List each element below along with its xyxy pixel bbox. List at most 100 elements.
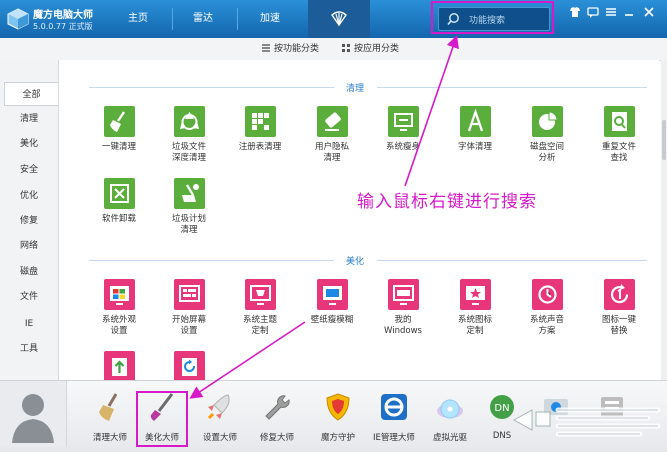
tile-system-slim[interactable]: 系统瘦身 [373, 106, 433, 168]
tab-by-app[interactable]: 按应用分类 [342, 42, 399, 56]
section-title-beautify: 美化 [345, 257, 364, 267]
broom-icon [104, 106, 135, 137]
sidebar-item-repair[interactable]: 修复 [0, 209, 58, 233]
app-logo-area: 魔方电脑大师 5.0.0.77 正式版 [0, 0, 108, 38]
scheduled-broom-icon [174, 178, 205, 209]
nav-divider [237, 8, 238, 30]
sidebar-item-optimize[interactable]: 优化 [0, 184, 58, 208]
shield-icon [326, 393, 350, 421]
tab-radar[interactable]: 雷达 [183, 0, 223, 38]
tile-label: 系统外观 设置 [101, 315, 136, 336]
watermark-logo [512, 407, 661, 437]
tab-speedup[interactable]: 加速 [250, 0, 290, 38]
disc-icon [437, 399, 463, 419]
sidebar-item-file[interactable]: 文件 [0, 285, 58, 309]
sidebar-item-ie[interactable]: IE [0, 312, 58, 336]
wrench-icon [265, 395, 290, 420]
tile-system-theme[interactable]: 系统主题 定制 [230, 279, 290, 341]
sub-navigation: 按功能分类 按应用分类 [0, 38, 667, 61]
close-icon[interactable] [642, 5, 656, 19]
tile-label: 垃圾文件 深度清理 [171, 142, 206, 163]
tab-by-function-label: 按功能分类 [274, 44, 320, 54]
scrollbar[interactable] [661, 60, 667, 380]
tab-by-function[interactable]: 按功能分类 [262, 42, 319, 56]
tile-system-sound[interactable]: 系统声音 方案 [517, 279, 577, 341]
tile-label: 软件卸载 [101, 214, 136, 224]
ie-icon [381, 394, 407, 420]
theme-monitor-icon [245, 279, 276, 310]
toolbar-settings-master[interactable]: 设置大师 [190, 391, 250, 447]
toolbar-cube-guard[interactable]: 魔方守护 [308, 391, 368, 447]
user-silhouette-icon [12, 394, 54, 443]
feedback-icon[interactable] [586, 5, 600, 19]
toolbar-ie-manager[interactable]: IE管理大师 [364, 391, 424, 447]
monitor-slim-icon [388, 106, 419, 137]
tile-my-windows[interactable]: 我的 Windows [373, 279, 433, 341]
shield-fan-icon [331, 11, 347, 27]
tab-shield[interactable] [308, 0, 370, 38]
tile-label: 开始屏幕 设置 [171, 315, 206, 336]
upload-arrow-icon [104, 351, 135, 380]
brush-icon [99, 393, 118, 421]
tile-beautify-refresh[interactable] [159, 351, 219, 380]
start-screen-icon [174, 279, 205, 310]
sidebar-item-disk[interactable]: 磁盘 [0, 260, 58, 284]
refresh-icon [174, 351, 205, 380]
section-divider [377, 260, 647, 261]
tile-font-clean[interactable]: 字体清理 [445, 106, 505, 168]
tile-beautify-upload[interactable] [89, 351, 149, 380]
recycle-icon [174, 106, 205, 137]
sidebar-item-network[interactable]: 网络 [0, 234, 58, 258]
tile-label: 注册表清理 [238, 142, 282, 152]
list-icon [262, 44, 270, 52]
tile-label: 一键清理 [101, 142, 136, 152]
sidebar-item-beautify[interactable]: 美化 [0, 132, 58, 156]
tab-by-app-label: 按应用分类 [354, 44, 400, 54]
sidebar-item-clean[interactable]: 清理 [0, 107, 58, 131]
menu-icon[interactable] [604, 5, 618, 19]
sidebar-item-all[interactable]: 全部 [4, 82, 58, 106]
tile-junk-deep-clean[interactable]: 垃圾文件 深度清理 [159, 106, 219, 168]
section-divider [377, 87, 647, 88]
tile-software-uninstall[interactable]: 软件卸载 [89, 178, 149, 240]
nav-divider [172, 8, 173, 30]
windows-logo-icon [104, 279, 135, 310]
scrollbar-thumb[interactable] [662, 120, 666, 160]
section-divider [89, 87, 334, 88]
tile-disk-space-analysis[interactable]: 磁盘空间 分析 [517, 106, 577, 168]
tile-label: 系统声音 方案 [529, 315, 564, 336]
tab-home[interactable]: 主页 [118, 0, 158, 38]
toolbar-label: 修复大师 [259, 433, 294, 443]
tile-label: 壁纸瘦模糊 [310, 315, 354, 325]
tile-label: 系统图标 定制 [457, 315, 492, 336]
avatar[interactable] [0, 381, 67, 447]
skin-icon[interactable] [568, 5, 582, 19]
file-search-icon [604, 106, 635, 137]
search-highlight-box [431, 1, 554, 34]
tile-label: 磁盘空间 分析 [529, 142, 564, 163]
tile-icon-replace[interactable]: 图标一键 替换 [589, 279, 649, 341]
tile-scheduled-junk-clean[interactable]: 垃圾计划 清理 [159, 178, 219, 240]
toolbar-repair-master[interactable]: 修复大师 [247, 391, 307, 447]
annotation-text: 输入鼠标右键进行搜索 [357, 192, 537, 212]
tile-one-click-clean[interactable]: 一键清理 [89, 106, 149, 168]
minimize-icon[interactable] [622, 5, 636, 19]
section-divider [89, 260, 334, 261]
section-title-clean: 清理 [345, 84, 364, 94]
sidebar-item-security[interactable]: 安全 [0, 158, 58, 182]
function-grid: 清理 一键清理 垃圾文件 深度清理 注册表清理 用户隐私 清理 系统瘦身 字体清理 … [59, 60, 659, 380]
tile-wallpaper[interactable]: 壁纸瘦模糊 [302, 279, 362, 341]
tile-start-screen[interactable]: 开始屏幕 设置 [159, 279, 219, 341]
font-a-icon [460, 106, 491, 137]
privacy-eraser-icon [317, 106, 348, 137]
tile-system-appearance[interactable]: 系统外观 设置 [89, 279, 149, 341]
toolbar-highlight-box [136, 391, 188, 447]
sidebar-item-tools[interactable]: 工具 [0, 337, 58, 361]
tile-registry-clean[interactable]: 注册表清理 [230, 106, 290, 168]
app-version: 5.0.0.77 正式版 [33, 22, 93, 31]
title-bar: 魔方电脑大师 5.0.0.77 正式版 主页 雷达 加速 功能搜索 [0, 0, 667, 38]
tile-duplicate-file-search[interactable]: 重复文件 查找 [589, 106, 649, 168]
category-sidebar: 全部 清理 美化 安全 优化 修复 网络 磁盘 文件 IE 工具 [0, 60, 59, 380]
tile-privacy-clean[interactable]: 用户隐私 清理 [302, 106, 362, 168]
tile-system-icon[interactable]: 系统图标 定制 [445, 279, 505, 341]
